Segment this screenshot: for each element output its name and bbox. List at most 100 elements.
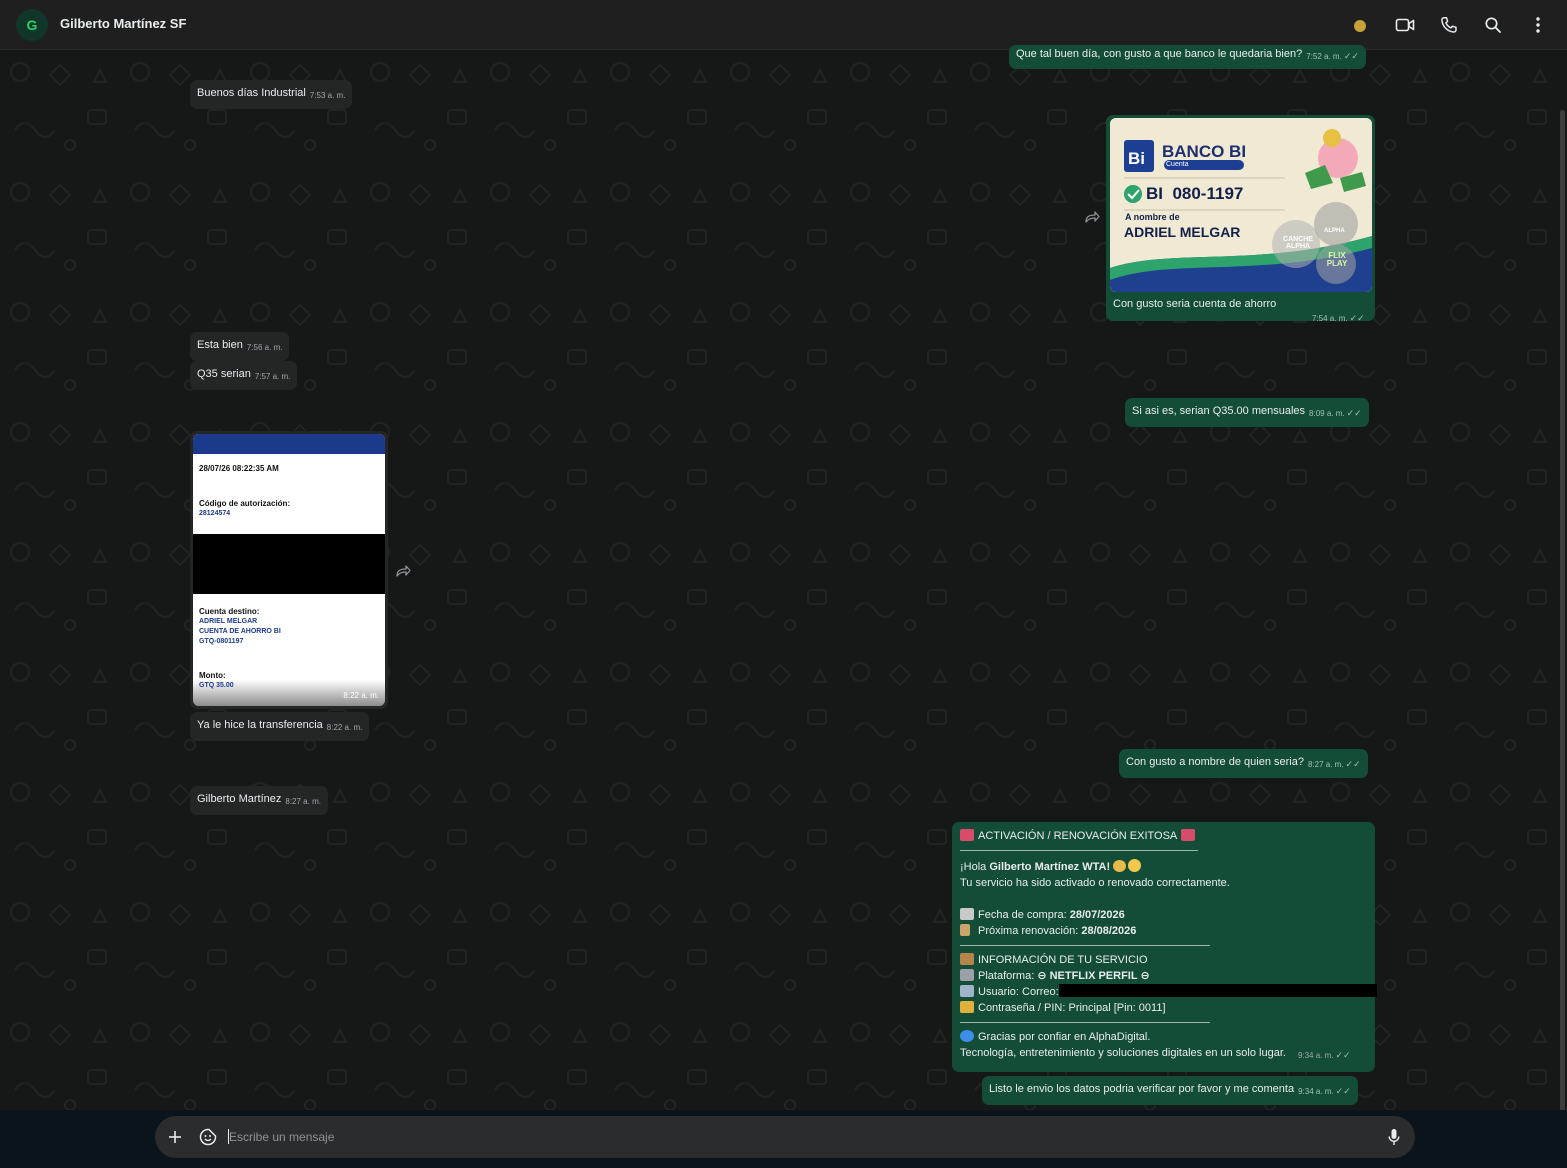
watermark-text: CANCHE ALPHA: [1283, 236, 1313, 250]
chat-scrollbar[interactable]: [1560, 110, 1565, 1110]
phone-icon[interactable]: [1438, 14, 1460, 36]
ticket-icon: [1181, 829, 1196, 841]
message-time: 8:27 a. m.: [1307, 760, 1344, 769]
message-text: Q35 serian: [197, 368, 251, 380]
more-vertical-icon[interactable]: [1527, 14, 1549, 36]
plus-icon[interactable]: [168, 1130, 182, 1144]
holder-label: A nombre de: [1125, 212, 1180, 222]
purchase-label: Fecha de compra:: [978, 909, 1070, 921]
user-label: Usuario: Correo:: [978, 986, 1059, 998]
message-meta: 7:54 a. m. ✓✓: [1312, 306, 1365, 324]
message-out[interactable]: Si asi es, serian Q35.00 mensuales 8:09 a…: [1125, 398, 1369, 427]
package-icon: [960, 953, 974, 965]
message-in[interactable]: Buenos días Industrial 7:53 a. m.: [190, 80, 353, 109]
message-text: Con gusto a nombre de quien seria?: [1126, 756, 1304, 768]
renewal-label: Próxima renovación:: [978, 925, 1082, 937]
envelope-icon: [960, 985, 974, 997]
message-time: 9:34 a. m.: [1297, 1051, 1334, 1060]
message-time: 8:22 a. m.: [326, 723, 363, 732]
image-caption: Con gusto seria cuenta de ahorro: [1113, 298, 1277, 310]
contact-name[interactable]: Gilberto Martínez SF: [60, 16, 186, 31]
redacted-email: [1058, 984, 1377, 997]
platform-label: Plataforma:: [978, 970, 1038, 982]
chat-header: G Gilberto Martínez SF: [0, 0, 1567, 50]
read-ticks-icon: ✓✓: [1335, 1086, 1351, 1096]
account-number: BI 080-1197: [1146, 184, 1244, 203]
message-time: 9:34 a. m.: [1298, 1087, 1334, 1096]
smile-emoji-icon: [1128, 859, 1142, 872]
status-line: Tu servicio ha sido activado o renovado …: [960, 877, 1230, 889]
contact-avatar[interactable]: G: [16, 9, 48, 41]
receipt-dest-type: CUENTA DE AHORRO BI: [199, 628, 281, 635]
message-out[interactable]: Con gusto a nombre de quien seria? 8:27 a…: [1119, 749, 1368, 778]
bank-logo: Bi: [1128, 149, 1145, 168]
wave-emoji-icon: [1113, 860, 1127, 872]
purchase-date: 28/07/2026: [1069, 909, 1125, 921]
activation-message[interactable]: ACTIVACIÓN / RENOVACIÓN EXITOSA ¡Hola Gi…: [952, 822, 1377, 1072]
forward-icon[interactable]: [1084, 210, 1100, 224]
hourglass-icon: [960, 924, 970, 936]
message-in[interactable]: Esta bien 7:56 a. m.: [190, 332, 290, 361]
receipt-dest-label: Cuenta destino:: [199, 607, 260, 616]
receipt-header-bar: [193, 434, 385, 454]
message-in[interactable]: Ya le hice la transferencia 8:22 a. m.: [190, 712, 370, 741]
password-label: Contraseña / PIN: Principal [Pin: 0011]: [978, 1002, 1166, 1014]
activation-title-line: ACTIVACIÓN / RENOVACIÓN EXITOSA: [960, 828, 1367, 844]
tagline-line: Tecnología, entretenimiento y soluciones…: [960, 1045, 1367, 1064]
greeting-prefix: ¡Hola: [960, 861, 990, 873]
divider: [960, 945, 1210, 946]
message-in[interactable]: Q35 serian 7:57 a. m.: [190, 361, 298, 390]
bank-name: BANCO BI: [1162, 142, 1247, 161]
receipt-datetime: 28/07/26 08:22:35 AM: [199, 464, 279, 473]
message-time: 7:53 a. m.: [309, 91, 346, 100]
lock-icon: [960, 1001, 974, 1013]
message-time: 7:56 a. m.: [246, 343, 283, 352]
activation-title: ACTIVACIÓN / RENOVACIÓN EXITOSA: [978, 830, 1178, 842]
message-text: Esta bien: [197, 339, 243, 351]
message-out[interactable]: Listo le envio los datos podria verifica…: [982, 1076, 1358, 1105]
video-call-icon[interactable]: [1394, 14, 1416, 36]
read-ticks-icon: ✓✓: [1343, 51, 1359, 61]
message-out[interactable]: Que tal buen día, con gusto a que banco …: [1009, 45, 1366, 69]
transfer-receipt-image[interactable]: 28/07/26 08:22:35 AM Código de autorizac…: [193, 434, 385, 706]
account-type: Cuenta: [1166, 161, 1189, 168]
renewal-date-line: Próxima renovación: 28/08/2026: [960, 923, 1367, 939]
tagline-text: Tecnología, entretenimiento y soluciones…: [960, 1047, 1286, 1059]
read-ticks-icon: ✓✓: [1349, 313, 1365, 323]
status-dot[interactable]: [1354, 20, 1366, 32]
receipt-amount: GTQ 35.00: [199, 682, 234, 689]
receipt-auth-code: 28124574: [199, 510, 231, 517]
divider: [960, 1022, 1210, 1023]
message-text: Que tal buen día, con gusto a que banco …: [1016, 48, 1303, 60]
forward-icon[interactable]: [395, 564, 411, 578]
message-composer: [155, 1116, 1415, 1158]
password-line: Contraseña / PIN: Principal [Pin: 0011]: [960, 1000, 1367, 1016]
ticket-icon: [960, 829, 974, 841]
message-in[interactable]: Gilberto Martínez 8:27 a. m.: [190, 786, 328, 815]
message-text: Ya le hice la transferencia: [197, 719, 323, 731]
message-text: Buenos días Industrial: [197, 87, 306, 99]
search-icon[interactable]: [1482, 14, 1504, 36]
message-text: Gilberto Martínez: [197, 793, 282, 805]
message-time: 8:22 a. m.: [343, 691, 379, 700]
greeting-line: ¡Hola Gilberto Martínez WTA!: [960, 859, 1367, 875]
platform-value: ⊖ NETFLIX PERFIL ⊖: [1037, 970, 1150, 982]
receipt-dest-name: ADRIEL MELGAR: [199, 618, 258, 625]
sticker-emoji-icon[interactable]: [199, 1128, 217, 1146]
message-text: Listo le envio los datos podria verifica…: [989, 1083, 1295, 1095]
info-title: INFORMACIÓN DE TU SERVICIO: [978, 954, 1148, 966]
message-time: 7:54 a. m.: [1312, 314, 1348, 323]
message-time: 8:09 a. m.: [1309, 409, 1345, 418]
user-line: Usuario: Correo:: [960, 984, 1377, 1000]
message-input[interactable]: [229, 1129, 1349, 1145]
message-text: Si asi es, serian Q35.00 mensuales: [1132, 405, 1306, 417]
renewal-date: 28/08/2026: [1081, 925, 1137, 937]
clapper-icon: [960, 969, 974, 981]
read-ticks-icon: ✓✓: [1345, 759, 1361, 769]
microphone-icon[interactable]: [1388, 1128, 1400, 1146]
divider: [960, 850, 1198, 851]
platform-line: Plataforma: ⊖ NETFLIX PERFIL ⊖: [960, 968, 1367, 984]
receipt-amount-label: Monto:: [199, 671, 226, 680]
bank-card-image[interactable]: Bi BANCO BI Cuenta BI 080-1197 A nombre …: [1110, 118, 1372, 292]
receipt-auth-label: Código de autorización:: [199, 499, 291, 508]
